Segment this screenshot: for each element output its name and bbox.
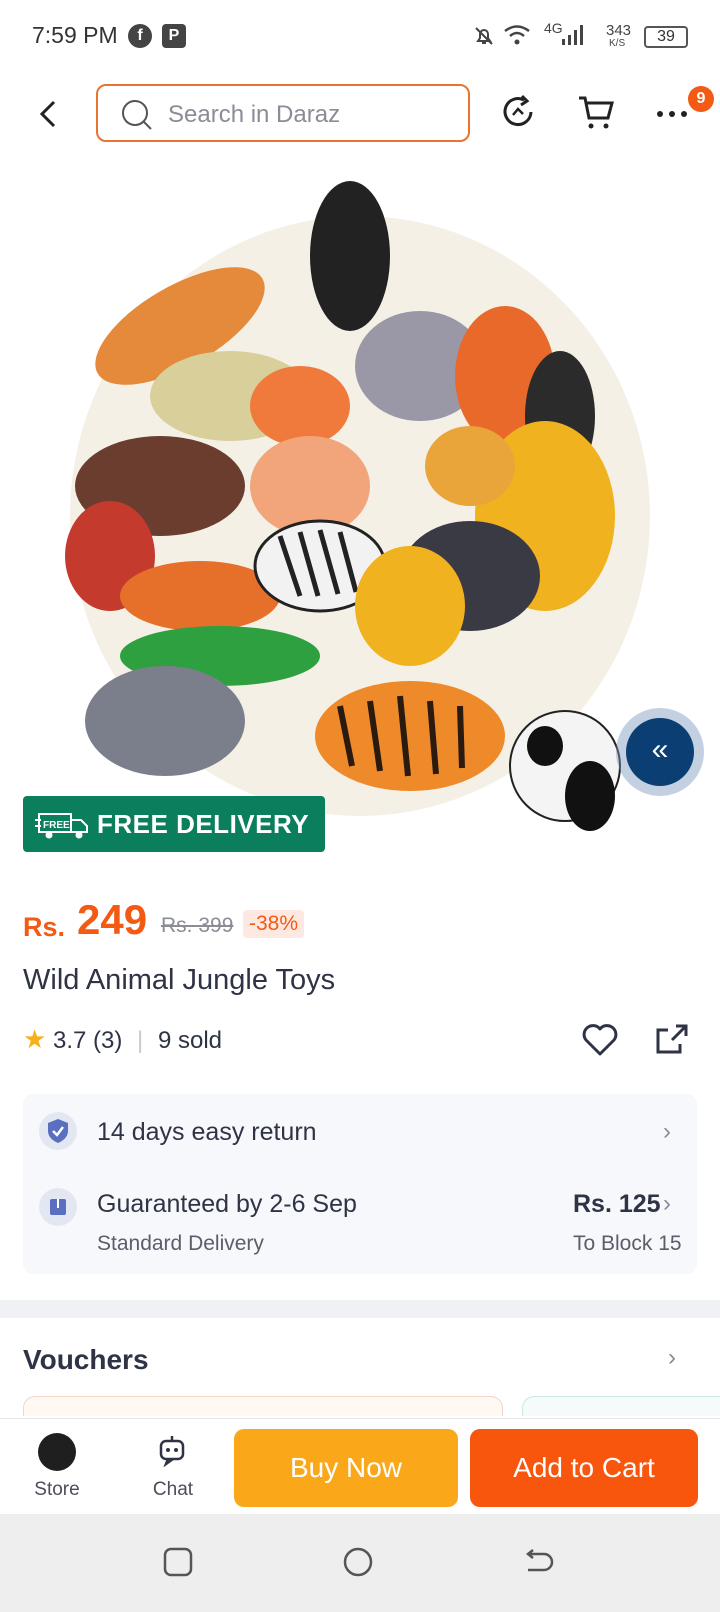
product-image[interactable]: «: [0, 156, 720, 876]
animal-toys-illustration: [0, 156, 720, 876]
back-arrow-icon[interactable]: [34, 94, 64, 134]
store-button[interactable]: Store: [24, 1429, 90, 1505]
vouchers-title[interactable]: Vouchers: [23, 1344, 149, 1376]
image-gallery-toggle-button[interactable]: «: [616, 708, 704, 796]
system-back-icon[interactable]: [522, 1546, 554, 1578]
voucher-card[interactable]: [23, 1396, 503, 1416]
voucher-card[interactable]: [522, 1396, 720, 1416]
free-delivery-label: FREE DELIVERY: [97, 809, 310, 839]
facebook-icon: f: [128, 24, 152, 48]
product-detail-screen: 7:59 PM f P 4G 343 K/S 39 Search in Dara…: [0, 0, 720, 1612]
search-placeholder: Search in Daraz: [168, 101, 341, 128]
battery-indicator: 39: [644, 26, 688, 48]
delivery-type: Standard Delivery: [97, 1232, 264, 1255]
chat-button[interactable]: Chat: [140, 1429, 206, 1505]
notification-app-icon: P: [162, 24, 186, 48]
network-speed-unit: K/S: [609, 38, 626, 49]
history-refresh-icon[interactable]: [498, 92, 538, 132]
delivery-box-icon: [39, 1188, 77, 1226]
delivery-fee: Rs. 125: [573, 1190, 661, 1218]
cart-icon[interactable]: [576, 92, 616, 132]
buy-now-button[interactable]: Buy Now: [234, 1429, 458, 1507]
return-chevron-right-icon[interactable]: ›: [663, 1118, 671, 1146]
rating-row[interactable]: ★ 3.7 (3) | 9 sold: [23, 1024, 222, 1055]
more-notification-badge: 9: [688, 86, 714, 112]
bottom-action-bar: Store Chat Buy Now Add to Cart: [0, 1418, 720, 1514]
recent-apps-icon[interactable]: [162, 1546, 194, 1578]
rating-score: 3.7: [52, 1027, 87, 1054]
free-delivery-banner: FREE FREE DELIVERY: [23, 796, 325, 852]
free-tag-text: FREE: [43, 820, 70, 831]
return-policy-label[interactable]: 14 days easy return: [97, 1118, 317, 1147]
vouchers-chevron-right-icon[interactable]: ›: [668, 1344, 676, 1372]
rating-count: (3): [93, 1027, 123, 1054]
chat-label: Chat: [152, 1479, 194, 1500]
currency-label: Rs.: [23, 912, 66, 942]
product-title: Wild Animal Jungle Toys: [23, 964, 336, 996]
add-to-cart-button[interactable]: Add to Cart: [470, 1429, 698, 1507]
sold-count: 9 sold: [157, 1027, 222, 1054]
current-price: 249: [77, 896, 148, 943]
section-divider: [0, 1300, 720, 1318]
delivery-guarantee-label[interactable]: Guaranteed by 2-6 Sep: [97, 1190, 357, 1219]
system-navigation-bar: [0, 1514, 720, 1612]
top-nav: Search in Daraz 9: [0, 72, 720, 156]
share-icon[interactable]: [652, 1020, 692, 1060]
service-info-card: 14 days easy return › Guaranteed by 2-6 …: [23, 1094, 697, 1274]
shield-check-icon: [39, 1112, 77, 1150]
delivery-truck-icon: FREE: [35, 813, 88, 839]
rating-divider: |: [137, 1027, 144, 1054]
status-time: 7:59 PM: [32, 22, 118, 48]
discount-badge: -38%: [243, 910, 305, 938]
chat-bot-icon: [159, 1436, 185, 1467]
star-icon: ★: [23, 1024, 47, 1054]
search-icon: [122, 100, 152, 130]
store-label: Store: [34, 1479, 80, 1500]
wishlist-heart-icon[interactable]: [580, 1020, 620, 1060]
status-bar: 7:59 PM f P 4G 343 K/S 39: [0, 0, 720, 72]
search-input[interactable]: Search in Daraz: [96, 84, 470, 142]
network-speed: 343: [606, 22, 632, 39]
delivery-location[interactable]: To Block 15: [573, 1232, 682, 1256]
store-logo: [38, 1433, 76, 1471]
delivery-chevron-right-icon[interactable]: ›: [663, 1190, 671, 1218]
mute-bell-icon: [475, 27, 493, 45]
double-chevron-left-icon: «: [626, 718, 694, 786]
wifi-icon: [504, 25, 530, 45]
more-options-icon[interactable]: [652, 92, 692, 132]
signal-icon: [562, 25, 583, 45]
original-price: Rs. 399: [161, 914, 234, 937]
home-icon[interactable]: [342, 1546, 374, 1578]
